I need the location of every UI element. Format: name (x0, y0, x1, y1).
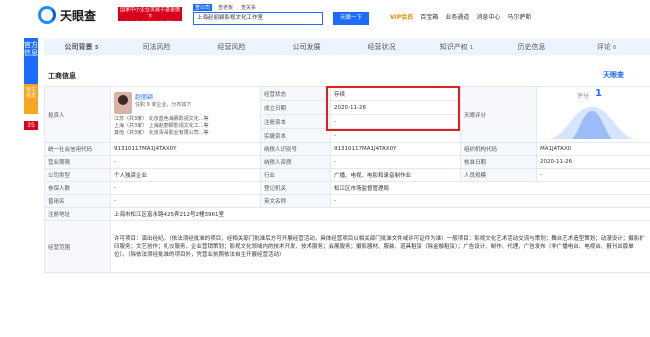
industry-label: 行业 (260, 168, 331, 182)
term-label: 营业期限 (44, 155, 111, 169)
nav-user[interactable]: 马尔萨斯 (507, 12, 531, 21)
status-date-highlight-box (326, 86, 460, 131)
left-tab-official[interactable]: 官方信息 (24, 38, 38, 84)
paid-capital-label: 实缴资本 (260, 128, 331, 143)
credit-code-label: 统一社会信用代码 (44, 142, 111, 156)
tab-development[interactable]: 公司发展 (269, 42, 344, 52)
tab-history[interactable]: 历史信息 (494, 42, 569, 52)
left-count-badge: 35 (24, 121, 38, 130)
type-label: 公司类型 (44, 168, 111, 182)
section-title: 工商信息 (48, 72, 76, 80)
tab-count: 5 (94, 45, 99, 51)
tax-qual-value: - (330, 155, 461, 169)
authority-value: 松江区市场监督管理局 (330, 181, 650, 195)
nav-business[interactable]: 业务通道 (445, 12, 469, 21)
logo-eye-icon (38, 6, 56, 24)
insured-label: 参保人数 (44, 181, 111, 195)
person-company-list: 江苏（共3家） 北京蓝色海豚影视文化...等 上海（共3家） 上海赵丽颖影视文化… (114, 116, 257, 137)
logo-url: TianYancha.com (62, 15, 95, 20)
score-cell: 评分 1 (536, 86, 650, 143)
tax-id-value: 91310117MA1J4TAX0Y (330, 142, 461, 156)
score-distribution-icon (547, 107, 637, 139)
score-value: 1 (595, 88, 602, 99)
approval-label: 核准日期 (460, 155, 537, 169)
staff-label: 人员规模 (460, 168, 537, 182)
tab-ip[interactable]: 知识产权 1 (419, 42, 494, 52)
scope-value: 许可项目：演出经纪。（依法须经批准的项目，经相关部门批准后方可开展经营活动，具体… (110, 220, 650, 273)
org-code-value: MA1J4TAX0 (536, 142, 650, 156)
tab-legal-risk[interactable]: 司法风险 (119, 42, 194, 52)
industry-value: 广播、电视、电影和录音制作业 (330, 168, 461, 182)
investor-cell: 赵丽颖 任职 9 家企业，分布如下 江苏（共3家） 北京蓝色海豚影视文化...等… (110, 86, 261, 143)
avatar (114, 92, 132, 114)
badge-line1: 国家中小企业发展子基金旗下 (120, 7, 181, 20)
authority-label: 登记机关 (260, 181, 331, 195)
nav-messages[interactable]: 消息中心 (476, 12, 500, 21)
search-button[interactable]: 天眼一下 (333, 12, 369, 25)
search-tab-boss[interactable]: 查老板 (216, 4, 235, 11)
score-title: 评分 (577, 93, 590, 100)
capital-label: 注册资本 (260, 114, 331, 129)
left-tab-self[interactable]: 自主信息 (24, 84, 38, 114)
former-label: 曾用名 (44, 194, 111, 208)
top-header: 天眼查 TianYancha.com 国家中小企业发展子基金旗下 官方备案企业征… (0, 0, 650, 28)
former-value: - (110, 194, 261, 208)
address-label: 注册地址 (44, 207, 111, 221)
list-item[interactable]: 其他（共3家） 北京青哥影业有限公司...等 (114, 130, 257, 137)
badge-line2: 官方备案企业征信机构 (124, 21, 175, 27)
status-label: 经营状态 (260, 86, 331, 101)
insured-value: - (110, 181, 261, 195)
person-name[interactable]: 赵丽颖 (135, 92, 191, 101)
tab-count: 1 (470, 45, 474, 51)
nav-toolbox[interactable]: 百宝箱 (420, 12, 438, 21)
main-tabs: 公司背景 5 司法风险 经营风险 公司发展 经营状况 知识产权 1 历史信息 评… (44, 39, 650, 55)
tab-operation-status[interactable]: 经营状况 (344, 42, 419, 52)
english-value: - (330, 194, 650, 208)
tab-label: 公司背景 (64, 43, 93, 51)
credit-code-value: 91310117MA1J4TAX0Y (110, 142, 261, 156)
tab-label: 评论 (596, 43, 611, 51)
person-sub: 任职 9 家企业，分布如下 (135, 102, 192, 108)
tab-operation-risk[interactable]: 经营风险 (194, 42, 269, 52)
staff-value: - (536, 168, 650, 182)
search-tab-relation[interactable]: 查关系 (239, 4, 258, 11)
org-code-label: 组织机构代码 (460, 142, 537, 156)
section-logo: 天眼查 (603, 71, 624, 79)
scope-label: 经营范围 (44, 220, 111, 273)
address-value: 上海市松江区富永路425弄212号2幢3961室 (110, 207, 650, 221)
tax-qual-label: 纳税人资质 (260, 155, 331, 169)
top-nav: VIP会员 百宝箱 业务通道 消息中心 马尔萨斯 (390, 12, 531, 21)
approval-value: 2020-11-26 (536, 155, 650, 169)
score-label: 天眼评分 (460, 86, 537, 143)
list-item[interactable]: 江苏（共3家） 北京蓝色海豚影视文化...等 (114, 116, 257, 123)
search-tabs: 查公司 查老板 查关系 (193, 4, 258, 11)
list-item[interactable]: 上海（共3家） 上海赵丽颖影视文化工...等 (114, 123, 257, 130)
search-tab-company[interactable]: 查公司 (193, 4, 213, 11)
type-value: 个人独资企业 (110, 168, 261, 182)
nav-vip[interactable]: VIP会员 (390, 12, 413, 21)
tab-company-background[interactable]: 公司背景 5 (44, 42, 119, 52)
official-badge: 国家中小企业发展子基金旗下 官方备案企业征信机构 (118, 7, 182, 27)
established-label: 成立日期 (260, 100, 331, 115)
tax-id-label: 纳税人识别号 (260, 142, 331, 156)
tab-comments[interactable]: 评论 0 (569, 42, 644, 52)
search-input[interactable]: 上海赵丽颖影视文化工作室 (193, 12, 323, 25)
tab-label: 知识产权 (439, 43, 468, 51)
investor-label: 投资人 (44, 86, 111, 143)
english-label: 英文名称 (260, 194, 331, 208)
tab-count: 0 (613, 45, 617, 51)
term-value: - (110, 155, 261, 169)
